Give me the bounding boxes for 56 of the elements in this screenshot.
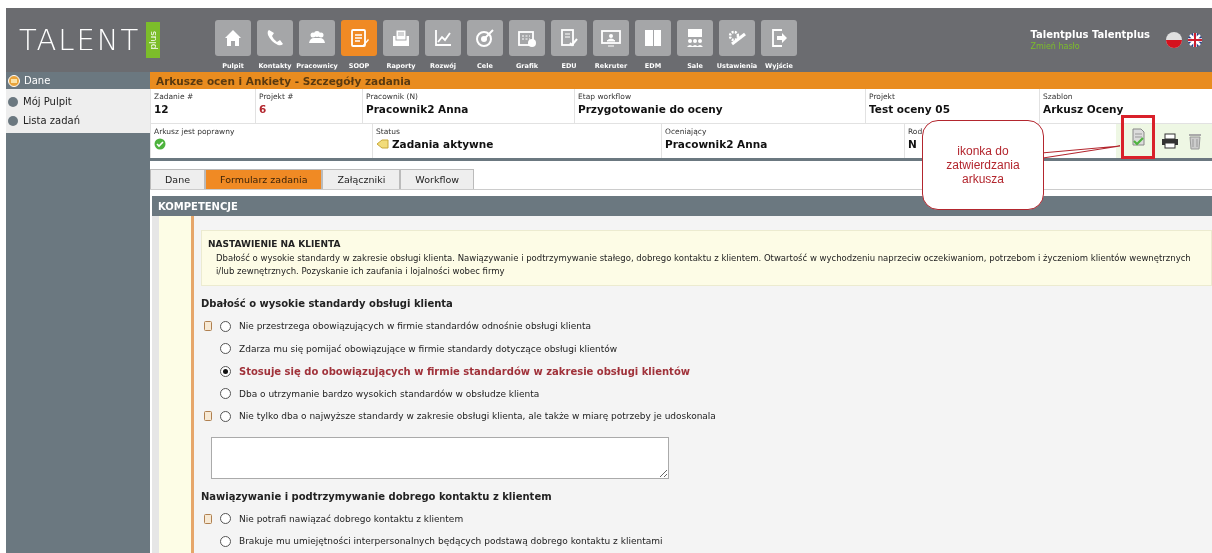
radio-button[interactable] [220, 410, 231, 422]
uk-flag-icon[interactable] [1188, 33, 1202, 47]
chart-icon [432, 27, 454, 49]
bullet-icon [8, 96, 18, 107]
field-value: Zadania aktywne [392, 138, 494, 150]
tab[interactable]: Załączniki [322, 169, 401, 189]
option-label: Zdarza mu się pomijać obowiązujące w firmie standardy dotyczące obsługi klientów [239, 343, 618, 354]
question-title: Nawiązywanie i podtrzymywanie dobrego kontaktu z klientem [201, 490, 553, 502]
option-label: Dba o utrzymanie bardzo wysokich standardów w obsłudze klienta [239, 388, 540, 399]
form-icon [348, 27, 370, 49]
field-value: 6 [259, 103, 267, 115]
target-icon [474, 27, 496, 49]
option-label: Nie tylko dba o najwyższe standardy w zakresie obsługi klienta, ale także w miarę potrzeby je udoskonala [239, 411, 716, 422]
field-value: Arkusz Oceny [1043, 103, 1124, 115]
option-label: Nie przestrzega obowiązujących w firmie standardów odnośnie obsługi klienta [239, 321, 592, 332]
printer-icon[interactable] [1161, 133, 1179, 149]
check-icon [154, 138, 166, 150]
field-value: N [908, 138, 917, 150]
radio-button[interactable] [220, 365, 231, 377]
comment-field[interactable] [211, 436, 669, 479]
radio-button[interactable] [220, 343, 231, 355]
section-header: KOMPETENCJE [152, 196, 1212, 216]
note-icon[interactable] [204, 411, 212, 422]
competence-title: NASTAWIENIE NA KLIENTA [208, 239, 342, 249]
field-value: Test oceny 05 [869, 103, 950, 115]
radio-button[interactable] [220, 535, 231, 547]
field-value: Pracownik2 Anna [366, 103, 469, 115]
tag-icon [376, 139, 389, 149]
tab[interactable]: Workflow [400, 169, 474, 189]
sidebar-item[interactable]: Mój Pulpit [6, 92, 150, 111]
option-label: Brakuje mu umiejętności interpersonalnych będących podstawą dobrego kontaktu z klientami [239, 536, 663, 547]
competence-description: Dbałość o wysokie standardy w zakresie obsługi klienta. Nawiązywanie i podtrzymywanie stałego, dobrego kontaktu z klientem. Otwartość w wychodzeniu naprzeciw oczekiwaniom, potrzebom i życzeniom klientów wewnętrznych i/lub zewnętrznych. Pozyskanie ich zaufania i lojalności wobec firmy [215, 252, 1192, 278]
field-value: Przygotowanie do oceny [578, 103, 723, 115]
field-value: 12 [154, 103, 169, 115]
user-name: Talentplus Talentplus [1030, 29, 1150, 40]
document-icon [558, 27, 580, 49]
question-title: Dbałość o wysokie standardy obsługi klienta [201, 298, 454, 309]
callout-note: ikonka do zatwierdzania arkusza [922, 120, 1044, 210]
monitor-icon [600, 27, 622, 49]
logo-badge: plus [146, 22, 161, 58]
radio-button[interactable] [220, 513, 231, 525]
page-title: Arkusze ocen i Ankiety - Szczegóły zadania [150, 72, 1212, 89]
option-label: Nie potrafi nawiązać dobrego kontaktu z klientem [239, 513, 464, 524]
radio-button[interactable] [220, 320, 231, 332]
tab[interactable]: Dane [150, 169, 205, 189]
option-label: Stosuje się do obowiązujących w firmie standardów w zakresie obsługi klientów [239, 365, 690, 377]
note-icon[interactable] [204, 321, 212, 332]
poland-flag-icon[interactable] [1166, 32, 1182, 48]
bullet-icon [8, 115, 18, 126]
logo-text: TALENT [19, 23, 141, 57]
documents-icon [642, 27, 664, 49]
note-icon[interactable] [204, 513, 212, 524]
field-value: Pracownik2 Anna [665, 138, 768, 150]
tab[interactable]: Formularz zadania [205, 169, 323, 189]
radio-button[interactable] [220, 388, 231, 400]
sidebar-item[interactable]: Lista zadań [6, 111, 150, 130]
